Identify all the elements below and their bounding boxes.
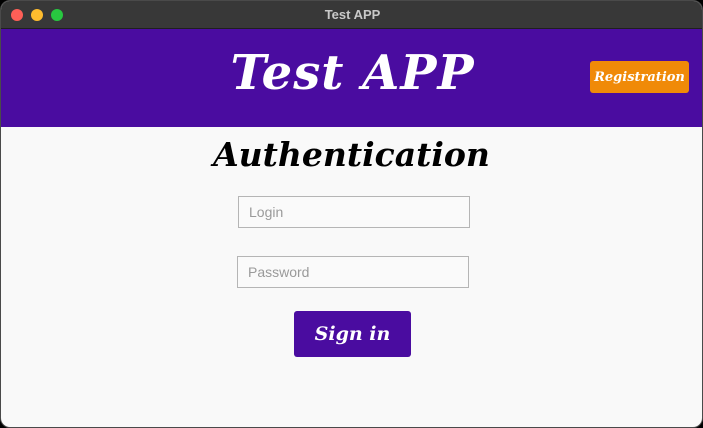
window-titlebar[interactable]: Test APP: [1, 1, 702, 29]
sign-in-button[interactable]: Sign in: [294, 311, 411, 357]
window-title: Test APP: [324, 7, 381, 22]
registration-button[interactable]: Registration: [590, 61, 689, 93]
password-input[interactable]: [237, 256, 469, 288]
auth-title: Authentication: [213, 135, 490, 174]
app-window: Test APP Test APP Registration Authentic…: [0, 0, 703, 428]
app-header: Test APP Registration: [1, 29, 702, 127]
login-input[interactable]: [238, 196, 470, 228]
